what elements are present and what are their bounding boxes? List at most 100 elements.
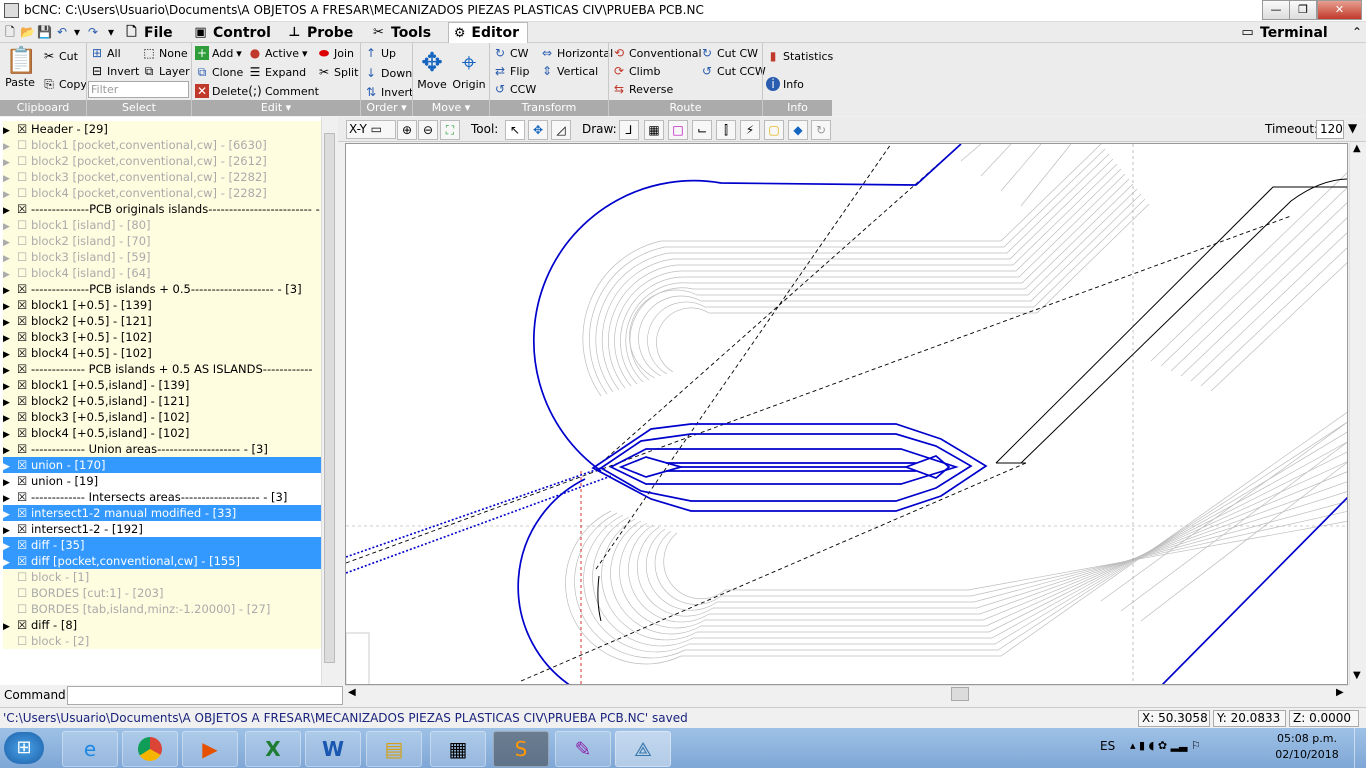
- expand-arrow-icon[interactable]: ▶: [3, 203, 17, 217]
- save-icon[interactable]: 💾: [37, 25, 52, 39]
- tray-icons[interactable]: ▴ ▮ ◖ ✿ ▂▃ ⚐: [1130, 739, 1201, 752]
- rapid-moves-icon[interactable]: ⚡: [740, 120, 760, 140]
- gcode-canvas[interactable]: [345, 143, 1348, 685]
- enable-checkbox-icon[interactable]: ☒: [17, 362, 31, 376]
- expand-arrow-icon[interactable]: ▶: [3, 267, 17, 281]
- tree-row[interactable]: ▶ ☒ block3 [+0.5,island] - [102]: [3, 409, 321, 425]
- new-icon[interactable]: 🗋: [3, 25, 17, 39]
- excel-icon[interactable]: X: [245, 731, 301, 767]
- copy-button[interactable]: ⎘ Copy: [42, 75, 87, 93]
- undo-dropdown-icon[interactable]: ▾: [70, 25, 84, 39]
- chrome-icon[interactable]: [122, 731, 178, 767]
- enable-checkbox-icon[interactable]: ☒: [17, 122, 31, 136]
- expand-arrow-icon[interactable]: ▶: [3, 619, 17, 633]
- tree-row[interactable]: ▶ ☒ diff [pocket,conventional,cw] - [155]: [3, 553, 321, 569]
- info-button[interactable]: i Info: [766, 75, 804, 93]
- python-icon[interactable]: ⟁: [615, 731, 671, 767]
- expand-arrow-icon[interactable]: ▶: [3, 315, 17, 329]
- tab-editor[interactable]: ⚙ Editor: [448, 22, 528, 43]
- expand-arrow-icon[interactable]: ▶: [3, 219, 17, 233]
- tree-row[interactable]: ▶ ☐ block3 [island] - [59]: [3, 249, 321, 265]
- enable-checkbox-icon[interactable]: ☒: [17, 298, 31, 312]
- paste-button[interactable]: 📋 Paste: [4, 46, 37, 89]
- tab-probe[interactable]: ⊥ Probe: [283, 22, 361, 43]
- enable-checkbox-icon[interactable]: ☐: [17, 154, 31, 168]
- tree-row[interactable]: ▶ ☐ block2 [pocket,conventional,cw] - [26…: [3, 153, 321, 169]
- climb-button[interactable]: ⟳ Climb: [612, 62, 661, 80]
- expand-arrow-icon[interactable]: ▶: [3, 411, 17, 425]
- tree-row[interactable]: ▶ ☐ block4 [pocket,conventional,cw] - [22…: [3, 185, 321, 201]
- tree-row[interactable]: ▶ ☒ block1 [+0.5] - [139]: [3, 297, 321, 313]
- canvas-horizontal-scrollbar[interactable]: ◀ ▶: [345, 685, 1349, 702]
- cut-ccw-button[interactable]: ↺ Cut CCW: [700, 62, 766, 80]
- rotate-cw-button[interactable]: ↻ CW: [493, 44, 529, 62]
- expand-arrow-icon[interactable]: ▶: [3, 475, 17, 489]
- clock-time[interactable]: 05:08 p.m.: [1272, 732, 1342, 745]
- word-icon[interactable]: W: [305, 731, 361, 767]
- expand-arrow-icon[interactable]: ▶: [3, 555, 17, 569]
- enable-checkbox-icon[interactable]: ☐: [17, 602, 31, 616]
- timeout-dropdown-icon[interactable]: ▼: [1348, 121, 1357, 135]
- origin-button[interactable]: ⌖ Origin: [452, 48, 486, 91]
- group-move[interactable]: Move ▾: [413, 100, 490, 116]
- tree-row[interactable]: ▶ ☒ block1 [+0.5,island] - [139]: [3, 377, 321, 393]
- add-button[interactable]: + Add ▾: [195, 44, 242, 62]
- workarea-icon[interactable]: ⌙: [692, 120, 712, 140]
- expand-arrow-icon[interactable]: ▶: [3, 235, 17, 249]
- expand-arrow-icon[interactable]: ▶: [3, 331, 17, 345]
- select-none-button[interactable]: ⬚ None: [142, 44, 187, 62]
- enable-checkbox-icon[interactable]: ☒: [17, 490, 31, 504]
- enable-checkbox-icon[interactable]: ☒: [17, 506, 31, 520]
- tree-row[interactable]: ▶ ☒ block2 [+0.5,island] - [121]: [3, 393, 321, 409]
- enable-checkbox-icon[interactable]: ☐: [17, 234, 31, 248]
- enable-checkbox-icon[interactable]: ☒: [17, 426, 31, 440]
- undo-icon[interactable]: ↶: [55, 25, 69, 39]
- tab-terminal[interactable]: ▭ Terminal: [1236, 22, 1336, 43]
- scroll-down-icon[interactable]: ▼: [1353, 670, 1361, 681]
- expand-arrow-icon[interactable]: ▶: [3, 539, 17, 553]
- open-icon[interactable]: 📂: [20, 25, 35, 39]
- language-indicator[interactable]: ES: [1100, 739, 1115, 753]
- enable-checkbox-icon[interactable]: ☐: [17, 186, 31, 200]
- expand-arrow-icon[interactable]: ▶: [3, 523, 17, 537]
- tree-row[interactable]: ▶ ☒ diff - [8]: [3, 617, 321, 633]
- order-invert-button[interactable]: ⇅ Invert: [364, 83, 413, 101]
- maximize-button[interactable]: ❐: [1289, 0, 1317, 20]
- expand-arrow-icon[interactable]: ▶: [3, 491, 17, 505]
- timeout-input[interactable]: 120: [1316, 120, 1344, 139]
- internet-explorer-icon[interactable]: e: [62, 731, 118, 767]
- tree-row[interactable]: ▶ ☐ block3 [pocket,conventional,cw] - [22…: [3, 169, 321, 185]
- redraw-icon[interactable]: ↻: [811, 120, 831, 140]
- minimize-button[interactable]: —: [1262, 0, 1290, 20]
- expand-arrow-icon[interactable]: ▶: [3, 363, 17, 377]
- enable-checkbox-icon[interactable]: ☒: [17, 442, 31, 456]
- order-down-button[interactable]: ↓ Down: [364, 64, 412, 82]
- media-player-icon[interactable]: ▶: [182, 731, 238, 767]
- mirror-horizontal-button[interactable]: ⇔ Horizontal: [540, 44, 613, 62]
- enable-checkbox-icon[interactable]: ☐: [17, 266, 31, 280]
- tree-row[interactable]: ▶ ☒ block3 [+0.5] - [102]: [3, 329, 321, 345]
- tree-row[interactable]: ▶ ☒ --------------PCB originals islands--…: [3, 201, 321, 217]
- enable-checkbox-icon[interactable]: ☒: [17, 394, 31, 408]
- group-edit[interactable]: Edit ▾: [192, 100, 361, 116]
- expand-arrow-icon[interactable]: ▶: [3, 379, 17, 393]
- tree-row[interactable]: ☐ block - [2]: [3, 633, 321, 649]
- enable-checkbox-icon[interactable]: ☒: [17, 410, 31, 424]
- select-pointer-icon[interactable]: ↖: [505, 120, 525, 140]
- tree-row[interactable]: ▶ ☒ union - [170]: [3, 457, 321, 473]
- close-button[interactable]: ✕: [1317, 0, 1362, 20]
- conventional-button[interactable]: ⟲ Conventional: [612, 44, 702, 62]
- tree-row[interactable]: ▶ ☒ --------------PCB islands + 0.5------…: [3, 281, 321, 297]
- active-button[interactable]: ● Active ▾: [248, 44, 308, 62]
- tree-row[interactable]: ▶ ☐ block4 [island] - [64]: [3, 265, 321, 281]
- tree-row[interactable]: ▶ ☒ union - [19]: [3, 473, 321, 489]
- tree-row[interactable]: ▶ ☐ block2 [island] - [70]: [3, 233, 321, 249]
- paint-icon[interactable]: ✎: [555, 731, 611, 767]
- block-tree[interactable]: ▶ ☒ Header - [29] ▶ ☐ block1 [pocket,conven…: [0, 117, 337, 685]
- tree-row[interactable]: ▶ ☒ Header - [29]: [3, 121, 321, 137]
- ribbon-collapse-icon[interactable]: ⌃: [1352, 25, 1362, 39]
- enable-checkbox-icon[interactable]: ☒: [17, 618, 31, 632]
- tree-row[interactable]: ☐ BORDES [cut:1] - [203]: [3, 585, 321, 601]
- enable-checkbox-icon[interactable]: ☒: [17, 314, 31, 328]
- expand-arrow-icon[interactable]: ▶: [3, 395, 17, 409]
